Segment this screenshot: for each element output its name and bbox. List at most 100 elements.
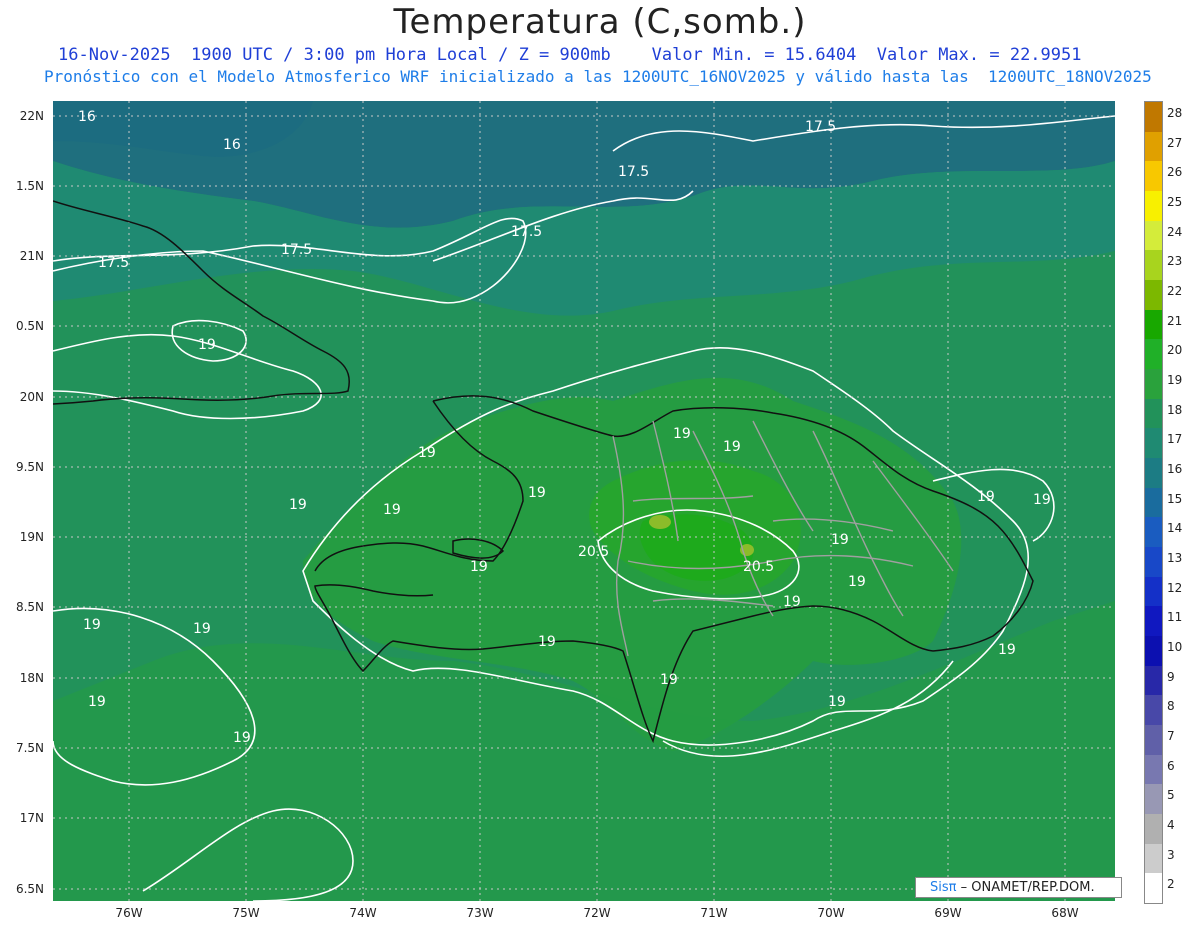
colorbar-label: 18 [1167,402,1183,417]
colorbar-label: 23 [1167,254,1183,269]
colorbar-label: 27 [1167,135,1183,150]
lat-label: 9.5N [15,460,44,474]
colorbar-label: 10 [1167,640,1183,654]
contour-label: 19 [673,426,691,442]
colorbar-cell [1145,576,1162,607]
contour-label: 19 [848,574,866,590]
lon-label: 76W [115,906,143,920]
colorbar-cell [1145,369,1162,399]
contour-label: 20.5 [578,544,609,560]
contour-label: 19 [538,634,556,650]
colorbar-cell [1145,636,1162,666]
contour-label: 17.5 [98,255,129,271]
contour-label: 19 [783,594,801,610]
contour-label: 19 [289,497,307,513]
colorbar-label: 21 [1167,313,1183,328]
colorbar-label: 3 [1167,847,1175,862]
chart-title: Temperatura (C,somb.) [393,2,807,42]
colorbar-label: 25 [1167,195,1183,209]
colorbar-label: 4 [1167,818,1175,832]
contour-label: 19 [660,672,678,688]
contour-label: 19 [83,617,101,633]
credit-brand: Sisπ [930,880,957,895]
colorbar-label: 15 [1167,491,1183,506]
colorbar-cell [1145,131,1162,162]
colorbar-cell [1145,339,1162,370]
colorbar-cell [1145,754,1162,785]
lat-label: 22N [19,109,44,123]
colorbar-label: 16 [1167,462,1183,476]
colorbar-label: 6 [1167,758,1175,773]
lon-label: 74W [349,906,377,920]
subtitle-model-info: Pronóstico con el Modelo Atmosferico WRF… [44,67,1152,86]
contour-label: 20.5 [743,559,774,575]
colorbar-label: 28 [1167,106,1183,120]
credit-separator: – [956,880,972,895]
contour-label: 19 [1033,492,1051,508]
lat-label: 7.5N [15,741,44,755]
lon-label: 75W [232,906,260,920]
colorbar-cell [1145,191,1162,221]
colorbar-cell [1145,547,1162,577]
colorbar [1144,101,1163,904]
contour-label: 19 [831,532,849,548]
lat-label: 20N [19,390,44,404]
contour-label: 19 [528,485,546,501]
colorbar-cell [1145,814,1162,844]
colorbar-label: 19 [1167,373,1183,387]
lat-label: 18N [19,671,44,685]
contour-label: 19 [198,337,216,353]
lat-label: 17N [19,811,44,825]
colorbar-label: 9 [1167,669,1175,684]
colorbar-cell [1145,487,1162,518]
colorbar-cell [1145,280,1162,310]
contour-label: 17.5 [618,164,649,180]
colorbar-cell [1145,220,1162,251]
lon-label: 71W [700,906,728,920]
colorbar-label: 2 [1167,877,1175,892]
lat-label: 8.5N [15,600,44,614]
colorbar-label: 8 [1167,699,1175,714]
colorbar-cell [1145,784,1162,815]
lat-label: 21N [19,249,44,263]
contour-label: 17.5 [281,242,312,258]
credit-org: ONAMET/REP.DOM. [971,880,1095,895]
contour-label: 16 [78,109,96,125]
colorbar-cell [1145,695,1162,726]
colorbar-cell [1145,665,1162,696]
lat-label: 1.5N [15,179,44,193]
contour-label: 19 [383,502,401,518]
contour-label: 17.5 [511,224,542,240]
contour-label: 17.5 [805,119,836,135]
colorbar-cell [1145,606,1162,637]
colorbar-label: 24 [1167,224,1183,239]
colorbar-label: 12 [1167,580,1183,595]
colorbar-label: 13 [1167,551,1183,565]
colorbar-cell [1145,843,1162,874]
contour-label: 19 [723,439,741,455]
contour-label: 19 [977,489,995,505]
lat-label: 6.5N [15,882,44,896]
contour-label: 19 [998,642,1016,658]
temperature-map: 16 16 17.5 17.5 17.5 17.5 17.5 19 19 19 … [53,101,1115,901]
field-peak-spot-1 [649,515,671,529]
colorbar-label: 17 [1167,432,1183,447]
contour-label: 19 [470,559,488,575]
lon-label: 73W [466,906,494,920]
contour-label: 19 [233,730,251,746]
colorbar-cell [1145,309,1162,340]
colorbar-cell [1145,161,1162,192]
colorbar-label: 14 [1167,521,1183,536]
lat-label: 0.5N [15,319,44,333]
lon-label: 70W [817,906,845,920]
subtitle-run-info: 16-Nov-2025 1900 UTC / 3:00 pm Hora Loca… [58,45,1082,65]
contour-label: 19 [193,621,211,637]
colorbar-label: 11 [1167,610,1183,625]
lon-label: 72W [583,906,611,920]
colorbar-cell [1145,102,1162,132]
lat-label: 19N [19,530,44,544]
lon-label: 69W [934,906,962,920]
colorbar-label: 7 [1167,729,1175,743]
contour-label: 19 [88,694,106,710]
lon-label: 68W [1051,906,1079,920]
